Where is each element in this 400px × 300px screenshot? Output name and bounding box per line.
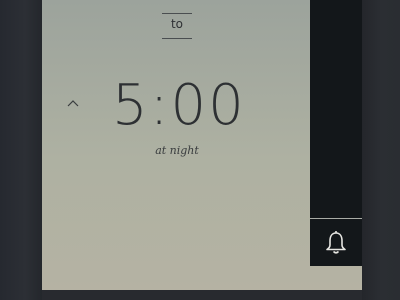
device-frame: to 5:00 at night: [0, 0, 400, 300]
bell-icon: [326, 230, 346, 254]
time-period: at night: [155, 144, 199, 157]
separator-bottom-line: [162, 38, 192, 39]
alarm-screen: to 5:00 at night: [42, 0, 362, 290]
alarm-time[interactable]: 5:00: [112, 66, 246, 146]
right-bezel: [362, 0, 400, 300]
range-separator: to: [162, 10, 192, 40]
separator-top-line: [162, 13, 192, 14]
left-bezel: [0, 0, 42, 300]
chevron-up-icon[interactable]: [66, 98, 80, 108]
range-label: to: [170, 17, 184, 31]
alarm-button[interactable]: [310, 218, 362, 266]
